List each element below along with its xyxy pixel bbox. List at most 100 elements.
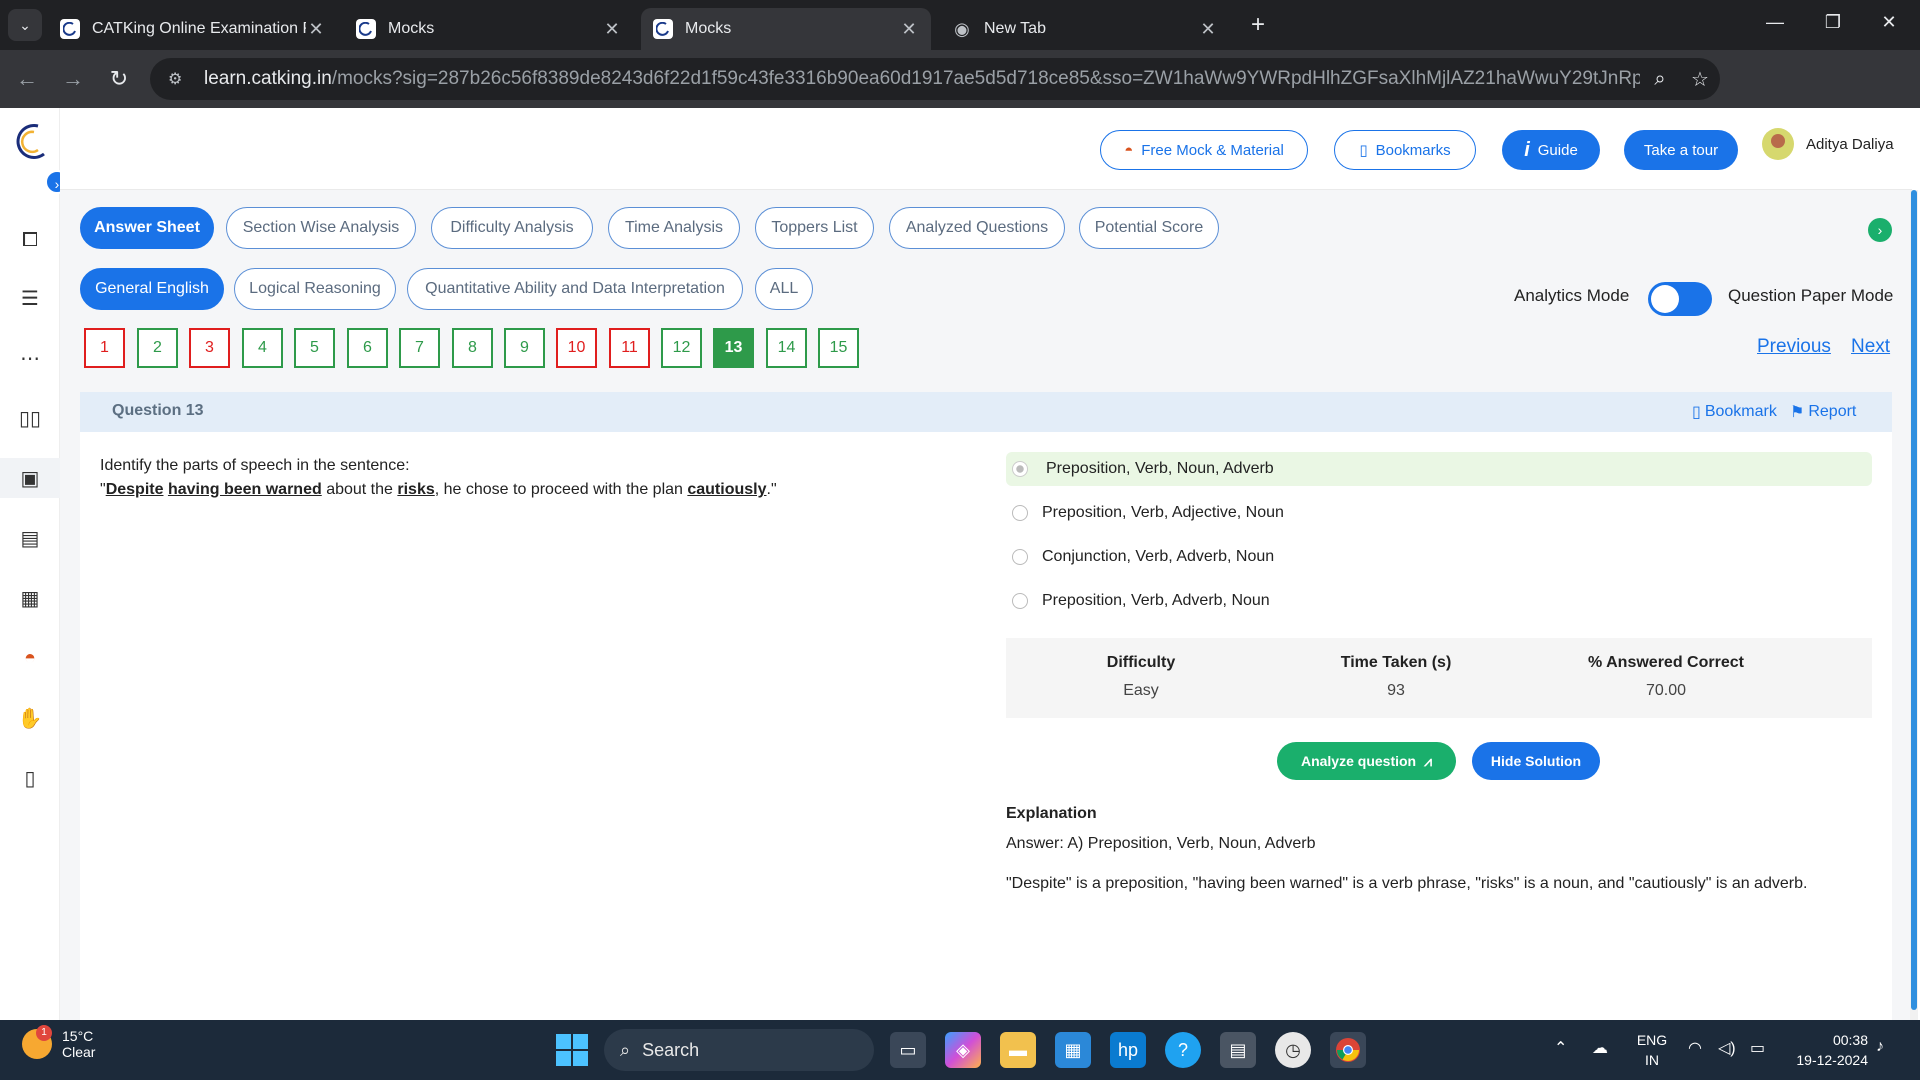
tab-analyzed-questions[interactable]: Analyzed Questions (889, 207, 1065, 249)
sidebar-presentation-icon[interactable]: ▤ (0, 518, 60, 558)
tab-difficulty-analysis[interactable]: Difficulty Analysis (431, 207, 593, 249)
catking-logo[interactable] (8, 120, 48, 164)
microsoft-store-icon[interactable]: ▦ (1055, 1032, 1091, 1068)
notifications-bell-icon[interactable]: ♪ (1876, 1038, 1884, 1056)
question-number-2[interactable]: 2 (137, 328, 178, 368)
minimize-icon[interactable]: — (1760, 12, 1790, 33)
radio-button[interactable] (1012, 593, 1028, 609)
radio-button[interactable] (1012, 461, 1028, 477)
forward-arrow-icon[interactable]: → (58, 64, 88, 94)
close-tab-icon[interactable]: ✕ (899, 19, 919, 40)
previous-link[interactable]: Previous (1757, 336, 1831, 358)
option-c[interactable]: Conjunction, Verb, Adverb, Noun (1006, 540, 1872, 574)
option-b[interactable]: Preposition, Verb, Adjective, Noun (1006, 496, 1872, 530)
clock-app-icon[interactable]: ◷ (1275, 1032, 1311, 1068)
page-scrollbar[interactable] (1910, 190, 1918, 1020)
close-tab-icon[interactable]: ✕ (602, 19, 622, 40)
take-tour-button[interactable]: Take a tour (1624, 130, 1738, 170)
question-number-8[interactable]: 8 (452, 328, 493, 368)
help-icon[interactable]: ? (1165, 1032, 1201, 1068)
reload-icon[interactable]: ↻ (104, 64, 134, 94)
question-number-14[interactable]: 14 (766, 328, 807, 368)
tab-answer-sheet[interactable]: Answer Sheet (80, 207, 214, 249)
tab-toppers-list[interactable]: Toppers List (755, 207, 874, 249)
question-number-13[interactable]: 13 (713, 328, 754, 368)
battery-icon[interactable]: ▭ (1750, 1038, 1765, 1058)
close-window-icon[interactable]: ✕ (1874, 12, 1904, 33)
question-number-3[interactable]: 3 (189, 328, 230, 368)
radio-button[interactable] (1012, 505, 1028, 521)
browser-tab-3-active[interactable]: Mocks ✕ (641, 8, 931, 50)
sidebar-diya-icon[interactable]: ◓ (0, 638, 60, 678)
question-number-15[interactable]: 15 (818, 328, 859, 368)
system-clock[interactable]: 00:38 19-12-2024 (1788, 1030, 1868, 1070)
scrollbar-thumb[interactable] (1911, 190, 1917, 1010)
myhp-icon[interactable]: hp (1110, 1032, 1146, 1068)
calculator-icon[interactable]: ▤ (1220, 1032, 1256, 1068)
browser-tab-2[interactable]: Mocks ✕ (344, 8, 634, 50)
free-mock-button[interactable]: ◓ Free Mock & Material (1100, 130, 1308, 170)
show-hidden-icons-chevron-icon[interactable]: ⌃ (1554, 1038, 1567, 1058)
sidebar-list-icon[interactable]: ☰ (0, 278, 60, 318)
close-tab-icon[interactable]: ✕ (306, 19, 326, 40)
question-number-10[interactable]: 10 (556, 328, 597, 368)
chrome-icon[interactable] (1330, 1032, 1366, 1068)
user-menu[interactable]: Aditya Daliya (1762, 128, 1894, 160)
language-indicator[interactable]: ENG IN (1634, 1030, 1670, 1070)
question-number-5[interactable]: 5 (294, 328, 335, 368)
onedrive-icon[interactable]: ☁ (1592, 1038, 1608, 1058)
option-a-correct[interactable]: Preposition, Verb, Noun, Adverb (1006, 452, 1872, 486)
tab-search-chevron-icon[interactable]: ⌄ (8, 9, 42, 41)
section-tab-quant-di[interactable]: Quantitative Ability and Data Interpreta… (407, 268, 743, 310)
report-question-button[interactable]: ⚑ Report (1790, 402, 1856, 422)
task-view-icon[interactable]: ▭ (890, 1032, 926, 1068)
volume-icon[interactable]: ◁) (1718, 1038, 1736, 1058)
hide-solution-button[interactable]: Hide Solution (1472, 742, 1600, 780)
copilot-icon[interactable]: ◈ (945, 1032, 981, 1068)
sidebar-handshake-icon[interactable]: ✋ (0, 698, 60, 738)
sidebar-more-icon[interactable]: ⋯ (0, 338, 60, 378)
sidebar-books-icon[interactable]: ⧠ (0, 220, 60, 260)
question-number-11[interactable]: 11 (609, 328, 650, 368)
zoom-magnifier-icon[interactable]: ⌕ (1640, 68, 1680, 91)
site-settings-icon[interactable]: ⚙ (168, 69, 190, 89)
file-explorer-icon[interactable]: ▬ (1000, 1032, 1036, 1068)
back-arrow-icon[interactable]: ← (12, 64, 42, 94)
bookmark-star-icon[interactable]: ☆ (1680, 67, 1720, 92)
close-tab-icon[interactable]: ✕ (1198, 19, 1218, 40)
windows-start-icon[interactable] (556, 1034, 588, 1066)
question-number-4[interactable]: 4 (242, 328, 283, 368)
question-number-1[interactable]: 1 (84, 328, 125, 368)
bookmark-question-button[interactable]: ▯ Bookmark (1692, 402, 1777, 422)
question-number-12[interactable]: 12 (661, 328, 702, 368)
wifi-icon[interactable]: ◠ (1688, 1038, 1702, 1058)
browser-tab-4[interactable]: ◉ New Tab ✕ (940, 8, 1230, 50)
sidebar-mocks-icon[interactable]: ▣ (0, 458, 60, 498)
section-tab-all[interactable]: ALL (755, 268, 813, 310)
section-tab-logical-reasoning[interactable]: Logical Reasoning (234, 268, 396, 310)
bookmarks-button[interactable]: ▯ Bookmarks (1334, 130, 1476, 170)
tab-potential-score[interactable]: Potential Score (1079, 207, 1219, 249)
mode-toggle[interactable] (1648, 282, 1712, 316)
tabs-scroll-right-icon[interactable]: › (1868, 218, 1892, 242)
guide-button[interactable]: i Guide (1502, 130, 1600, 170)
taskbar-search[interactable]: ⌕ Search (604, 1029, 874, 1071)
tab-section-wise-analysis[interactable]: Section Wise Analysis (226, 207, 416, 249)
browser-tab-1[interactable]: CATKing Online Examination Pl ✕ (48, 8, 338, 50)
address-bar[interactable]: ⚙ learn.catking.in/mocks?sig=287b26c56f8… (150, 58, 1720, 100)
section-tab-general-english[interactable]: General English (80, 268, 224, 310)
next-link[interactable]: Next (1851, 336, 1890, 358)
restore-icon[interactable]: ❐ (1818, 12, 1848, 33)
analyze-question-button[interactable]: Analyze question ⩘ (1277, 742, 1456, 780)
question-number-6[interactable]: 6 (347, 328, 388, 368)
sidebar-columns-icon[interactable]: ▯▯ (0, 398, 60, 438)
new-tab-plus-icon[interactable]: + (1244, 12, 1272, 40)
sidebar-bookmark-icon[interactable]: ▯ (0, 758, 60, 798)
question-number-9[interactable]: 9 (504, 328, 545, 368)
weather-widget[interactable]: 1 15°C Clear (22, 1025, 95, 1060)
sidebar-document-icon[interactable]: ▦ (0, 578, 60, 618)
tab-time-analysis[interactable]: Time Analysis (608, 207, 740, 249)
radio-button[interactable] (1012, 549, 1028, 565)
option-d[interactable]: Preposition, Verb, Adverb, Noun (1006, 584, 1872, 618)
question-number-7[interactable]: 7 (399, 328, 440, 368)
